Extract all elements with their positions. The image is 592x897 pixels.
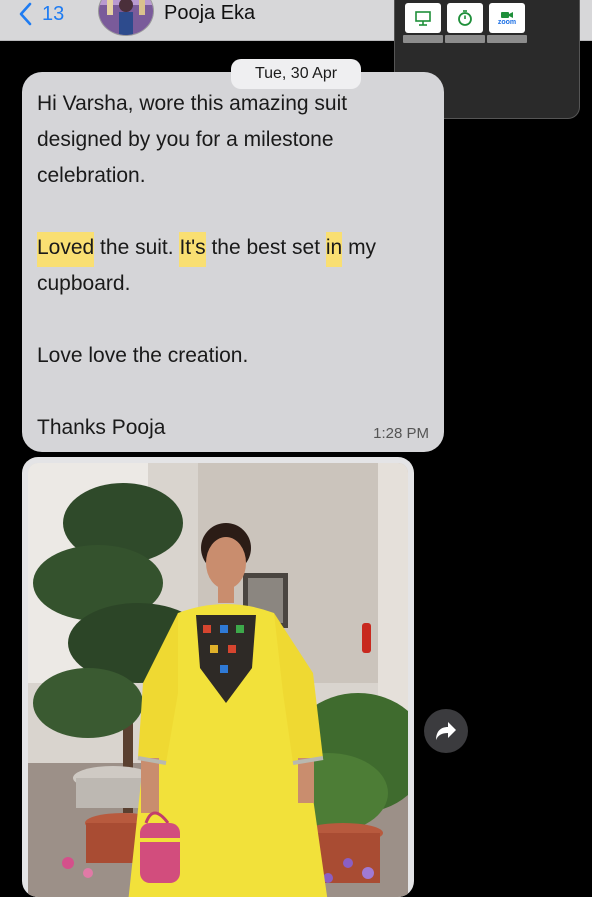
chevron-left-icon [19, 2, 32, 26]
message-text-part: the suit. [94, 236, 180, 259]
forward-button[interactable] [424, 709, 468, 753]
message-text: Hi Varsha, wore this amazing suit design… [37, 86, 437, 446]
highlighted-word: It's [179, 232, 206, 267]
message-text-part: the best set [205, 236, 326, 259]
message-line: Loved the suit. It's the best set in my … [37, 230, 437, 302]
pip-app-caption [403, 35, 443, 43]
pip-app-caption [487, 35, 527, 43]
pip-app-stopwatch[interactable] [445, 3, 485, 43]
forward-icon [436, 722, 456, 740]
avatar[interactable] [98, 0, 154, 36]
message-line: Love love the creation. [37, 344, 249, 367]
highlighted-word: in [325, 232, 343, 267]
stopwatch-icon [447, 3, 483, 33]
photo-message[interactable] [22, 457, 414, 897]
avatar-image [99, 0, 153, 35]
contact-name[interactable]: Pooja Eka [164, 0, 255, 26]
unread-count: 13 [42, 2, 65, 25]
message-bubble[interactable]: Hi Varsha, wore this amazing suit design… [22, 72, 444, 452]
highlighted-word: Loved [37, 232, 95, 267]
pip-app-zoom[interactable]: zoom [487, 3, 527, 43]
pip-app-caption [445, 35, 485, 43]
photo-image[interactable] [28, 463, 408, 897]
zoom-icon: zoom [489, 3, 525, 33]
back-button[interactable]: 13 [18, 0, 64, 28]
zoom-label: zoom [497, 18, 517, 26]
pip-app-presentation[interactable] [403, 3, 443, 43]
message-timestamp: 1:28 PM [373, 425, 429, 442]
presentation-icon [405, 3, 441, 33]
message-line: Hi Varsha, wore this amazing suit design… [37, 92, 348, 187]
date-separator: Tue, 30 Apr [231, 59, 361, 89]
